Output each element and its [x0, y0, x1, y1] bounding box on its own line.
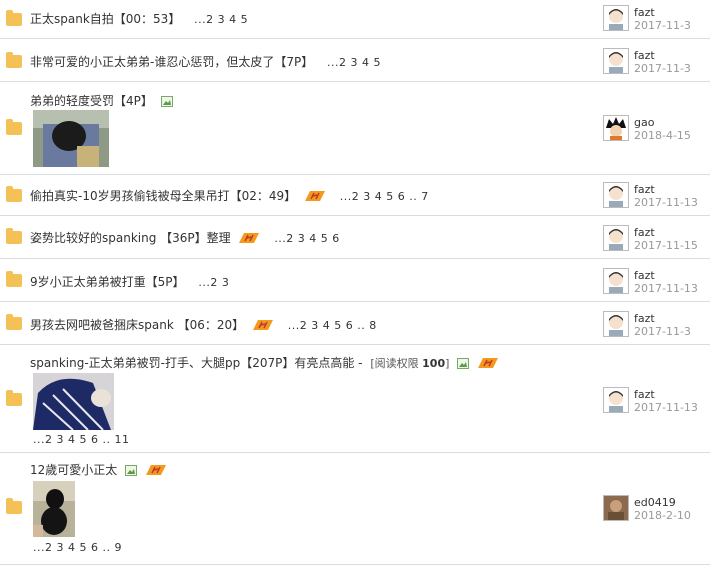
post-date: 2017-11-13	[634, 282, 698, 295]
thread-row[interactable]: 男孩去网吧被爸捆床spank 【06：20】 ...2 3 4 5 6 .. 8…	[0, 302, 710, 345]
page-links[interactable]: ...2 3 4 5 6	[274, 232, 339, 245]
avatar[interactable]	[603, 48, 629, 74]
thread-thumbnail[interactable]	[33, 373, 114, 430]
folder-icon	[6, 119, 22, 135]
username[interactable]: fazt	[634, 312, 655, 325]
avatar[interactable]	[603, 225, 629, 251]
thread-list: 正太spank自拍【00：53】 ...2 3 4 5 fazt 2017-11…	[0, 0, 716, 570]
folder-icon	[6, 498, 22, 514]
read-permission: [阅读权限 100]	[370, 357, 450, 370]
thread-title[interactable]: 正太spank自拍【00：53】	[30, 12, 180, 26]
thread-title[interactable]: 9岁小正太弟弟被打重【5P】	[30, 275, 185, 289]
avatar[interactable]	[603, 311, 629, 337]
avatar[interactable]	[603, 182, 629, 208]
thread-row[interactable]: spanking-正太弟弟被罚-打手、大腿pp【207P】有亮点高能 - [阅读…	[0, 345, 710, 453]
thread-title[interactable]: 男孩去网吧被爸捆床spank 【06：20】	[30, 318, 244, 332]
folder-icon	[6, 390, 22, 406]
username[interactable]: fazt	[634, 183, 655, 196]
image-attachment-icon	[125, 465, 138, 476]
thread-thumbnail[interactable]	[33, 110, 109, 167]
thread-title[interactable]: spanking-正太弟弟被罚-打手、大腿pp【207P】有亮点高能 -	[30, 356, 366, 370]
page-links[interactable]: ...2 3 4 5	[194, 13, 248, 26]
avatar[interactable]	[603, 387, 629, 413]
hot-icon	[477, 356, 499, 370]
username[interactable]: fazt	[634, 388, 655, 401]
hot-icon	[304, 189, 326, 203]
username[interactable]: fazt	[634, 226, 655, 239]
page-links[interactable]: ...2 3 4 5	[327, 56, 381, 69]
hot-icon	[252, 318, 274, 332]
folder-icon	[6, 10, 22, 26]
thread-title[interactable]: 弟弟的轻度受罚【4P】	[30, 94, 153, 108]
folder-icon	[6, 314, 22, 330]
hot-icon	[145, 463, 167, 477]
avatar[interactable]	[603, 268, 629, 294]
post-date: 2017-11-3	[634, 62, 691, 75]
username[interactable]: fazt	[634, 6, 655, 19]
page-links[interactable]: ...2 3 4 5 6 .. 9	[33, 541, 122, 554]
thread-row[interactable]: 弟弟的轻度受罚【4P】 gao 2018-4-15	[0, 82, 710, 175]
username[interactable]: fazt	[634, 269, 655, 282]
post-date: 2017-11-13	[634, 401, 698, 414]
thread-title[interactable]: 姿势比较好的spanking 【36P】整理	[30, 231, 231, 245]
folder-icon	[6, 52, 22, 68]
post-date: 2017-11-3	[634, 325, 691, 338]
post-date: 2017-11-15	[634, 239, 698, 252]
thread-row[interactable]: 9岁小正太弟弟被打重【5P】 ...2 3 fazt 2017-11-13	[0, 259, 710, 302]
folder-icon	[6, 271, 22, 287]
image-attachment-icon	[457, 358, 470, 369]
page-links[interactable]: ...2 3 4 5 6 .. 7	[340, 190, 429, 203]
thread-row[interactable]: 正太spank自拍【00：53】 ...2 3 4 5 fazt 2017-11…	[0, 0, 710, 39]
thread-row[interactable]: 12歲可愛小正太 ...2 3 4 5 6 .. 9 ed0419 2018-2…	[0, 453, 710, 565]
thread-row[interactable]: 非常可爱的小正太弟弟-谁忍心惩罚，但太皮了【7P】 ...2 3 4 5 faz…	[0, 39, 710, 82]
thread-title[interactable]: 偷拍真实-10岁男孩偷钱被母全果吊打【02：49】	[30, 189, 296, 203]
page-links[interactable]: ...2 3	[198, 276, 229, 289]
post-date: 2018-4-15	[634, 129, 691, 142]
thread-title[interactable]: 非常可爱的小正太弟弟-谁忍心惩罚，但太皮了【7P】	[30, 55, 313, 69]
folder-icon	[6, 186, 22, 202]
username[interactable]: fazt	[634, 49, 655, 62]
page-links[interactable]: ...2 3 4 5 6 .. 8	[288, 319, 377, 332]
folder-icon	[6, 228, 22, 244]
thread-row[interactable]: 姿势比较好的spanking 【36P】整理 ...2 3 4 5 6 fazt…	[0, 216, 710, 259]
username[interactable]: ed0419	[634, 496, 676, 509]
avatar[interactable]	[603, 5, 629, 31]
page-links[interactable]: ...2 3 4 5 6 .. 11	[33, 433, 129, 446]
avatar[interactable]	[603, 115, 629, 141]
thread-thumbnail[interactable]	[33, 481, 75, 537]
post-date: 2017-11-3	[634, 19, 691, 32]
post-date: 2018-2-10	[634, 509, 691, 522]
image-attachment-icon	[160, 96, 173, 107]
username[interactable]: gao	[634, 116, 654, 129]
hot-icon	[238, 231, 260, 245]
thread-row[interactable]: 偷拍真实-10岁男孩偷钱被母全果吊打【02：49】 ...2 3 4 5 6 .…	[0, 175, 710, 216]
post-date: 2017-11-13	[634, 196, 698, 209]
thread-title[interactable]: 12歲可愛小正太	[30, 463, 117, 477]
avatar[interactable]	[603, 495, 629, 521]
